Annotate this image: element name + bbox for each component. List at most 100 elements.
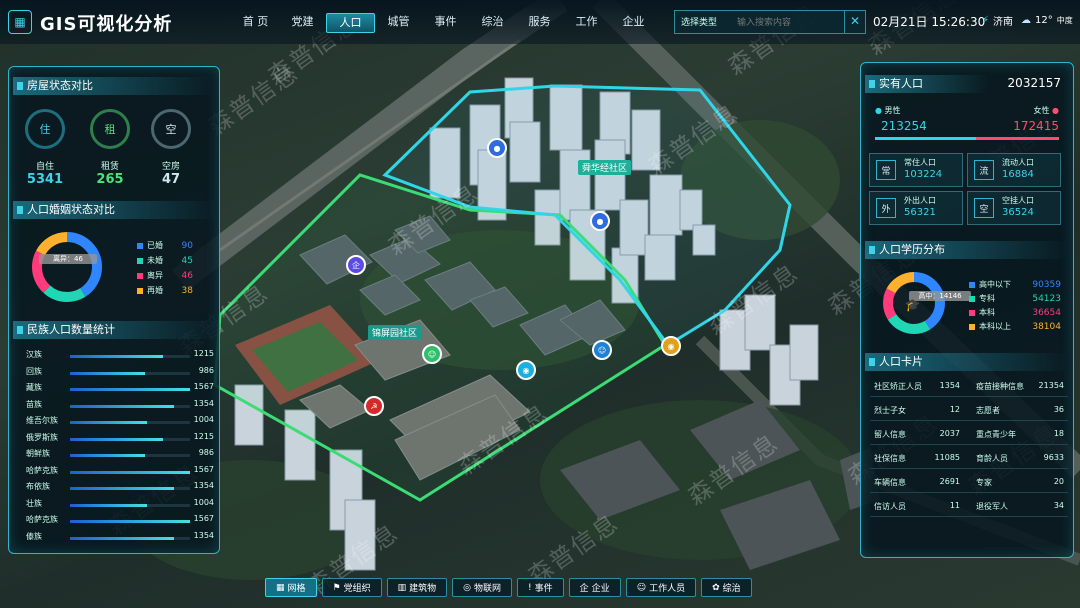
house-rent-icon: 租 [90, 109, 130, 149]
bottom-tab-label: 物联网 [474, 584, 502, 594]
cloud-icon: ☁ [1021, 15, 1032, 26]
ethnic-row: 哈萨克族 1567 [24, 514, 214, 528]
ethnic-bar [70, 404, 174, 408]
close-icon[interactable]: ✕ [844, 11, 865, 33]
party-flag-pin[interactable]: ☭ [364, 396, 384, 416]
population-card-icon: 流 [974, 160, 994, 180]
community-label-a[interactable]: 舜华经社区 [578, 160, 632, 175]
population-card-value: 56321 [904, 207, 936, 218]
person-card-value: 2037 [939, 429, 960, 438]
marriage-legend-item[interactable]: 再婚 38 [137, 285, 193, 296]
ethnic-row: 苗族 1354 [24, 399, 214, 413]
nav-item[interactable]: 城管 [375, 13, 422, 31]
nav-item[interactable]: 党建 [279, 13, 326, 31]
person-card-row[interactable]: 社保信息 11085 育龄人员 9633 [870, 448, 1068, 469]
ethnic-bar-track [70, 470, 190, 474]
marriage-legend-item[interactable]: 未婚 45 [137, 255, 193, 266]
population-card[interactable]: 常常住人口 103224 [869, 153, 963, 187]
education-legend-item[interactable]: 高中以下 90359 [969, 279, 1061, 290]
enterprise-pin[interactable]: 企 [346, 255, 366, 275]
nav-item[interactable]: 服务 [516, 13, 563, 31]
person-card-row[interactable]: 留人信息 2037 重点青少年 18 [870, 424, 1068, 445]
ethnic-bar [70, 388, 190, 391]
bottom-tab-label: 事件 [534, 584, 553, 594]
population-card[interactable]: 流流动人口 16884 [967, 153, 1061, 187]
population-total: 2032157 [1007, 76, 1061, 90]
nav-item[interactable]: 事件 [422, 13, 469, 31]
bottom-tab-building[interactable]: ▥ 建筑物 [386, 578, 448, 597]
nav-item[interactable]: 企业 [610, 13, 657, 31]
location-pin[interactable]: ◉ [661, 336, 681, 356]
party-pin[interactable]: ● [590, 211, 610, 231]
camera-pin[interactable]: ◉ [516, 360, 536, 380]
ethnic-name: 布依族 [26, 482, 50, 491]
ethnic-value: 986 [198, 365, 214, 375]
bottom-tab-governance[interactable]: ✿ 综治 [701, 578, 752, 597]
female-value: 172415 [1013, 119, 1059, 133]
house-owner-label: 自住 [35, 162, 54, 172]
bottom-tab-iot[interactable]: ◎ 物联网 [452, 578, 513, 597]
bottom-tab-enterprise[interactable]: 企企业 [568, 578, 621, 597]
search-type-select[interactable]: 选择类型 [681, 15, 717, 28]
party-pin[interactable]: ● [487, 138, 507, 158]
bottom-tab-worker[interactable]: ☺ 工作人员 [625, 578, 697, 597]
house-rent-value: 265 [96, 172, 124, 187]
bottom-tab-label: 企业 [591, 584, 610, 594]
community-label-b[interactable]: 锦屏园社区 [368, 325, 422, 340]
person-card-row[interactable]: 信访人员 11 退役军人 34 [870, 496, 1068, 517]
ethnic-name: 壮族 [26, 498, 42, 508]
population-card-icon: 空 [974, 198, 994, 218]
population-card-label: 常住人口 [904, 158, 936, 167]
ethnic-name: 哈萨克族 [26, 515, 58, 524]
nav-item[interactable]: 首 页 [232, 13, 279, 31]
education-legend-item[interactable]: 本科 36654 [969, 307, 1061, 318]
person-card-value: 1354 [939, 381, 960, 390]
legend-label: 已婚 [147, 241, 163, 250]
ethnic-bar [70, 520, 190, 523]
legend-swatch [969, 309, 975, 316]
nav-item-active[interactable]: 人口 [326, 13, 375, 33]
population-card[interactable]: 外外出人口 56321 [869, 191, 963, 225]
marriage-legend-item[interactable]: 离异 46 [137, 270, 193, 281]
legend-label: 本科以上 [979, 322, 1011, 331]
marriage-donut-chart [32, 232, 102, 302]
person-card-value: 34 [1053, 501, 1064, 510]
legend-label: 离异 [147, 271, 163, 280]
grid-icon[interactable]: ▦ [8, 10, 32, 34]
city: 济南 [993, 17, 1014, 28]
search-input[interactable] [735, 14, 839, 32]
ethnic-name: 苗族 [26, 399, 42, 409]
person-card-value: 20 [1053, 477, 1064, 486]
person-card-row[interactable]: 社区矫正人员 1354 疫苗接种信息 21354 [870, 376, 1068, 397]
person-card-label: 重点青少年 [976, 430, 1016, 439]
nav-item[interactable]: 工作 [563, 13, 610, 31]
bottom-tab-alert[interactable]: ! 事件 [517, 578, 564, 597]
ethnic-name: 藏族 [26, 383, 42, 392]
education-legend-item[interactable]: 本科以上 38104 [969, 321, 1061, 332]
ethnic-value: 1215 [193, 349, 214, 358]
enterprise-icon: 企 [579, 584, 589, 594]
iot-icon: ◎ [463, 582, 472, 593]
ethnic-bar-track [70, 487, 190, 490]
education-legend-item[interactable]: 专科 54123 [969, 293, 1061, 304]
female-label: 女性 ● [1033, 106, 1059, 115]
ethnic-value: 1004 [193, 415, 214, 424]
alert-icon: ! [528, 582, 532, 593]
flag-icon: ⚑ [332, 582, 341, 593]
legend-swatch [137, 287, 143, 294]
population-card-icon: 常 [876, 160, 896, 180]
bottom-tab-grid[interactable]: ▦ 网格 [265, 578, 317, 597]
left-panel: 房屋状态对比 住 自住 5341 租 租赁 265 空 空房 47 人口婚姻状态… [8, 66, 220, 554]
person-card-row[interactable]: 车辆信息 2691 专家 20 [870, 472, 1068, 493]
population-card[interactable]: 空空挂人口 36524 [967, 191, 1061, 225]
nav-item[interactable]: 综治 [469, 13, 516, 31]
bottom-tab-flag[interactable]: ⚑ 党组织 [321, 578, 382, 597]
person-card-row[interactable]: 烈士子女 12 志愿者 36 [870, 400, 1068, 421]
marriage-legend-item[interactable]: 已婚 90 [137, 240, 193, 251]
worker-pin[interactable]: ☺ [422, 344, 442, 364]
person-card-label: 社保信息 [874, 454, 906, 463]
person-pin[interactable]: ☺ [592, 340, 612, 360]
bottom-toolbar: ▦ 网格 ⚑ 党组织 ▥ 建筑物 ◎ 物联网! 事件企企业 ☺ 工作人员 ✿ 综治 [265, 578, 757, 597]
temperature: 12° [1035, 15, 1053, 26]
legend-value: 38104 [1032, 321, 1061, 332]
